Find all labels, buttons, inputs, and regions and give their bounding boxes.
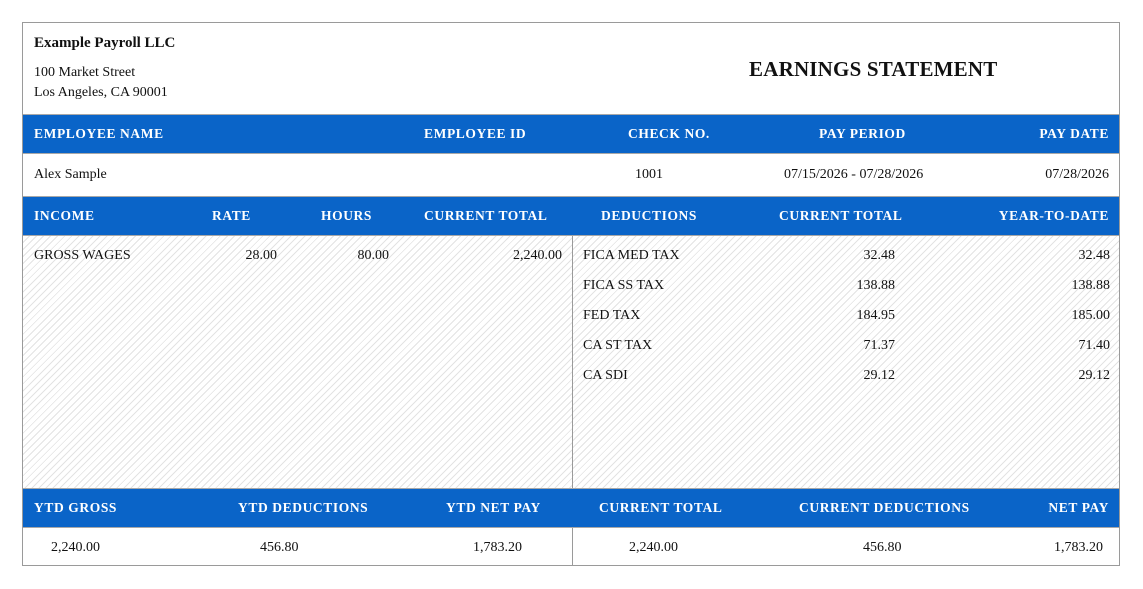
employee-name: Alex Sample [34,167,107,182]
income-header: INCOME [34,208,95,223]
income-hours: 80.00 [357,248,390,263]
current-total-header: CURRENT TOTAL [599,500,723,515]
ytd-gross-header: YTD GROSS [34,500,118,515]
ytd-net-pay-header: YTD NET PAY [446,500,541,515]
deduction-label: FED TAX [583,308,641,323]
deductions-header: DEDUCTIONS [601,208,698,223]
pay-date-header: PAY DATE [1039,126,1109,141]
summary-header-band: YTD GROSS YTD DEDUCTIONS YTD NET PAY CUR… [23,488,1119,528]
deduction-current: 32.48 [863,248,896,263]
pay-period: 07/15/2026 - 07/28/2026 [784,167,924,182]
current-deductions-value: 456.80 [863,540,902,555]
deduction-ytd: 138.88 [1071,278,1111,293]
deduction-ytd: 185.00 [1071,308,1111,323]
ytd-deductions-header: YTD DEDUCTIONS [238,500,369,515]
deduction-label: CA ST TAX [583,338,653,353]
company-name: Example Payroll LLC [34,35,176,51]
employee-name-header: EMPLOYEE NAME [34,126,164,141]
deductions-section: FICA MED TAX 32.48 32.48 FICA SS TAX 138… [573,236,1119,488]
current-deductions-header: CURRENT DEDUCTIONS [799,500,970,515]
company-address-line1: 100 Market Street [34,65,136,80]
deduction-ytd: 29.12 [1078,368,1111,383]
document-title: EARNINGS STATEMENT [749,57,998,81]
employee-header-band: EMPLOYEE NAME EMPLOYEE ID CHECK NO. PAY … [23,114,1119,154]
ytd-deductions-value: 456.80 [260,540,299,555]
rate-header: RATE [212,208,251,223]
deduction-current: 184.95 [856,308,896,323]
check-number: 1001 [635,167,663,182]
deduction-current: 29.12 [863,368,896,383]
summary-divider [572,528,573,566]
employee-id-header: EMPLOYEE ID [424,126,527,141]
current-total-value: 2,240.00 [629,540,678,555]
deductions-current-total-header: CURRENT TOTAL [779,208,903,223]
deduction-label: FICA MED TAX [583,248,680,263]
deduction-ytd: 71.40 [1078,338,1111,353]
pay-period-header: PAY PERIOD [819,126,906,141]
deduction-current: 138.88 [856,278,896,293]
income-current-total: 2,240.00 [513,248,562,263]
net-pay-header: NET PAY [1048,500,1109,515]
income-label: GROSS WAGES [34,248,131,263]
check-no-header: CHECK NO. [628,126,710,141]
deduction-label: FICA SS TAX [583,278,665,293]
ytd-net-pay-value: 1,783.20 [473,540,522,555]
income-section: GROSS WAGES 28.00 80.00 2,240.00 [23,236,572,488]
pay-date: 07/28/2026 [1045,167,1109,182]
hours-header: HOURS [321,208,373,223]
deduction-ytd: 32.48 [1078,248,1111,263]
year-to-date-header: YEAR-TO-DATE [998,208,1109,223]
earnings-statement: Example Payroll LLC 100 Market Street Lo… [22,22,1120,566]
detail-header-band: INCOME RATE HOURS CURRENT TOTAL DEDUCTIO… [23,196,1119,236]
ytd-gross-value: 2,240.00 [51,540,100,555]
deduction-label: CA SDI [583,368,628,383]
income-current-total-header: CURRENT TOTAL [424,208,548,223]
deduction-current: 71.37 [863,338,896,353]
net-pay-value: 1,783.20 [1054,540,1103,555]
income-rate: 28.00 [245,248,278,263]
company-address-line2: Los Angeles, CA 90001 [34,85,168,100]
